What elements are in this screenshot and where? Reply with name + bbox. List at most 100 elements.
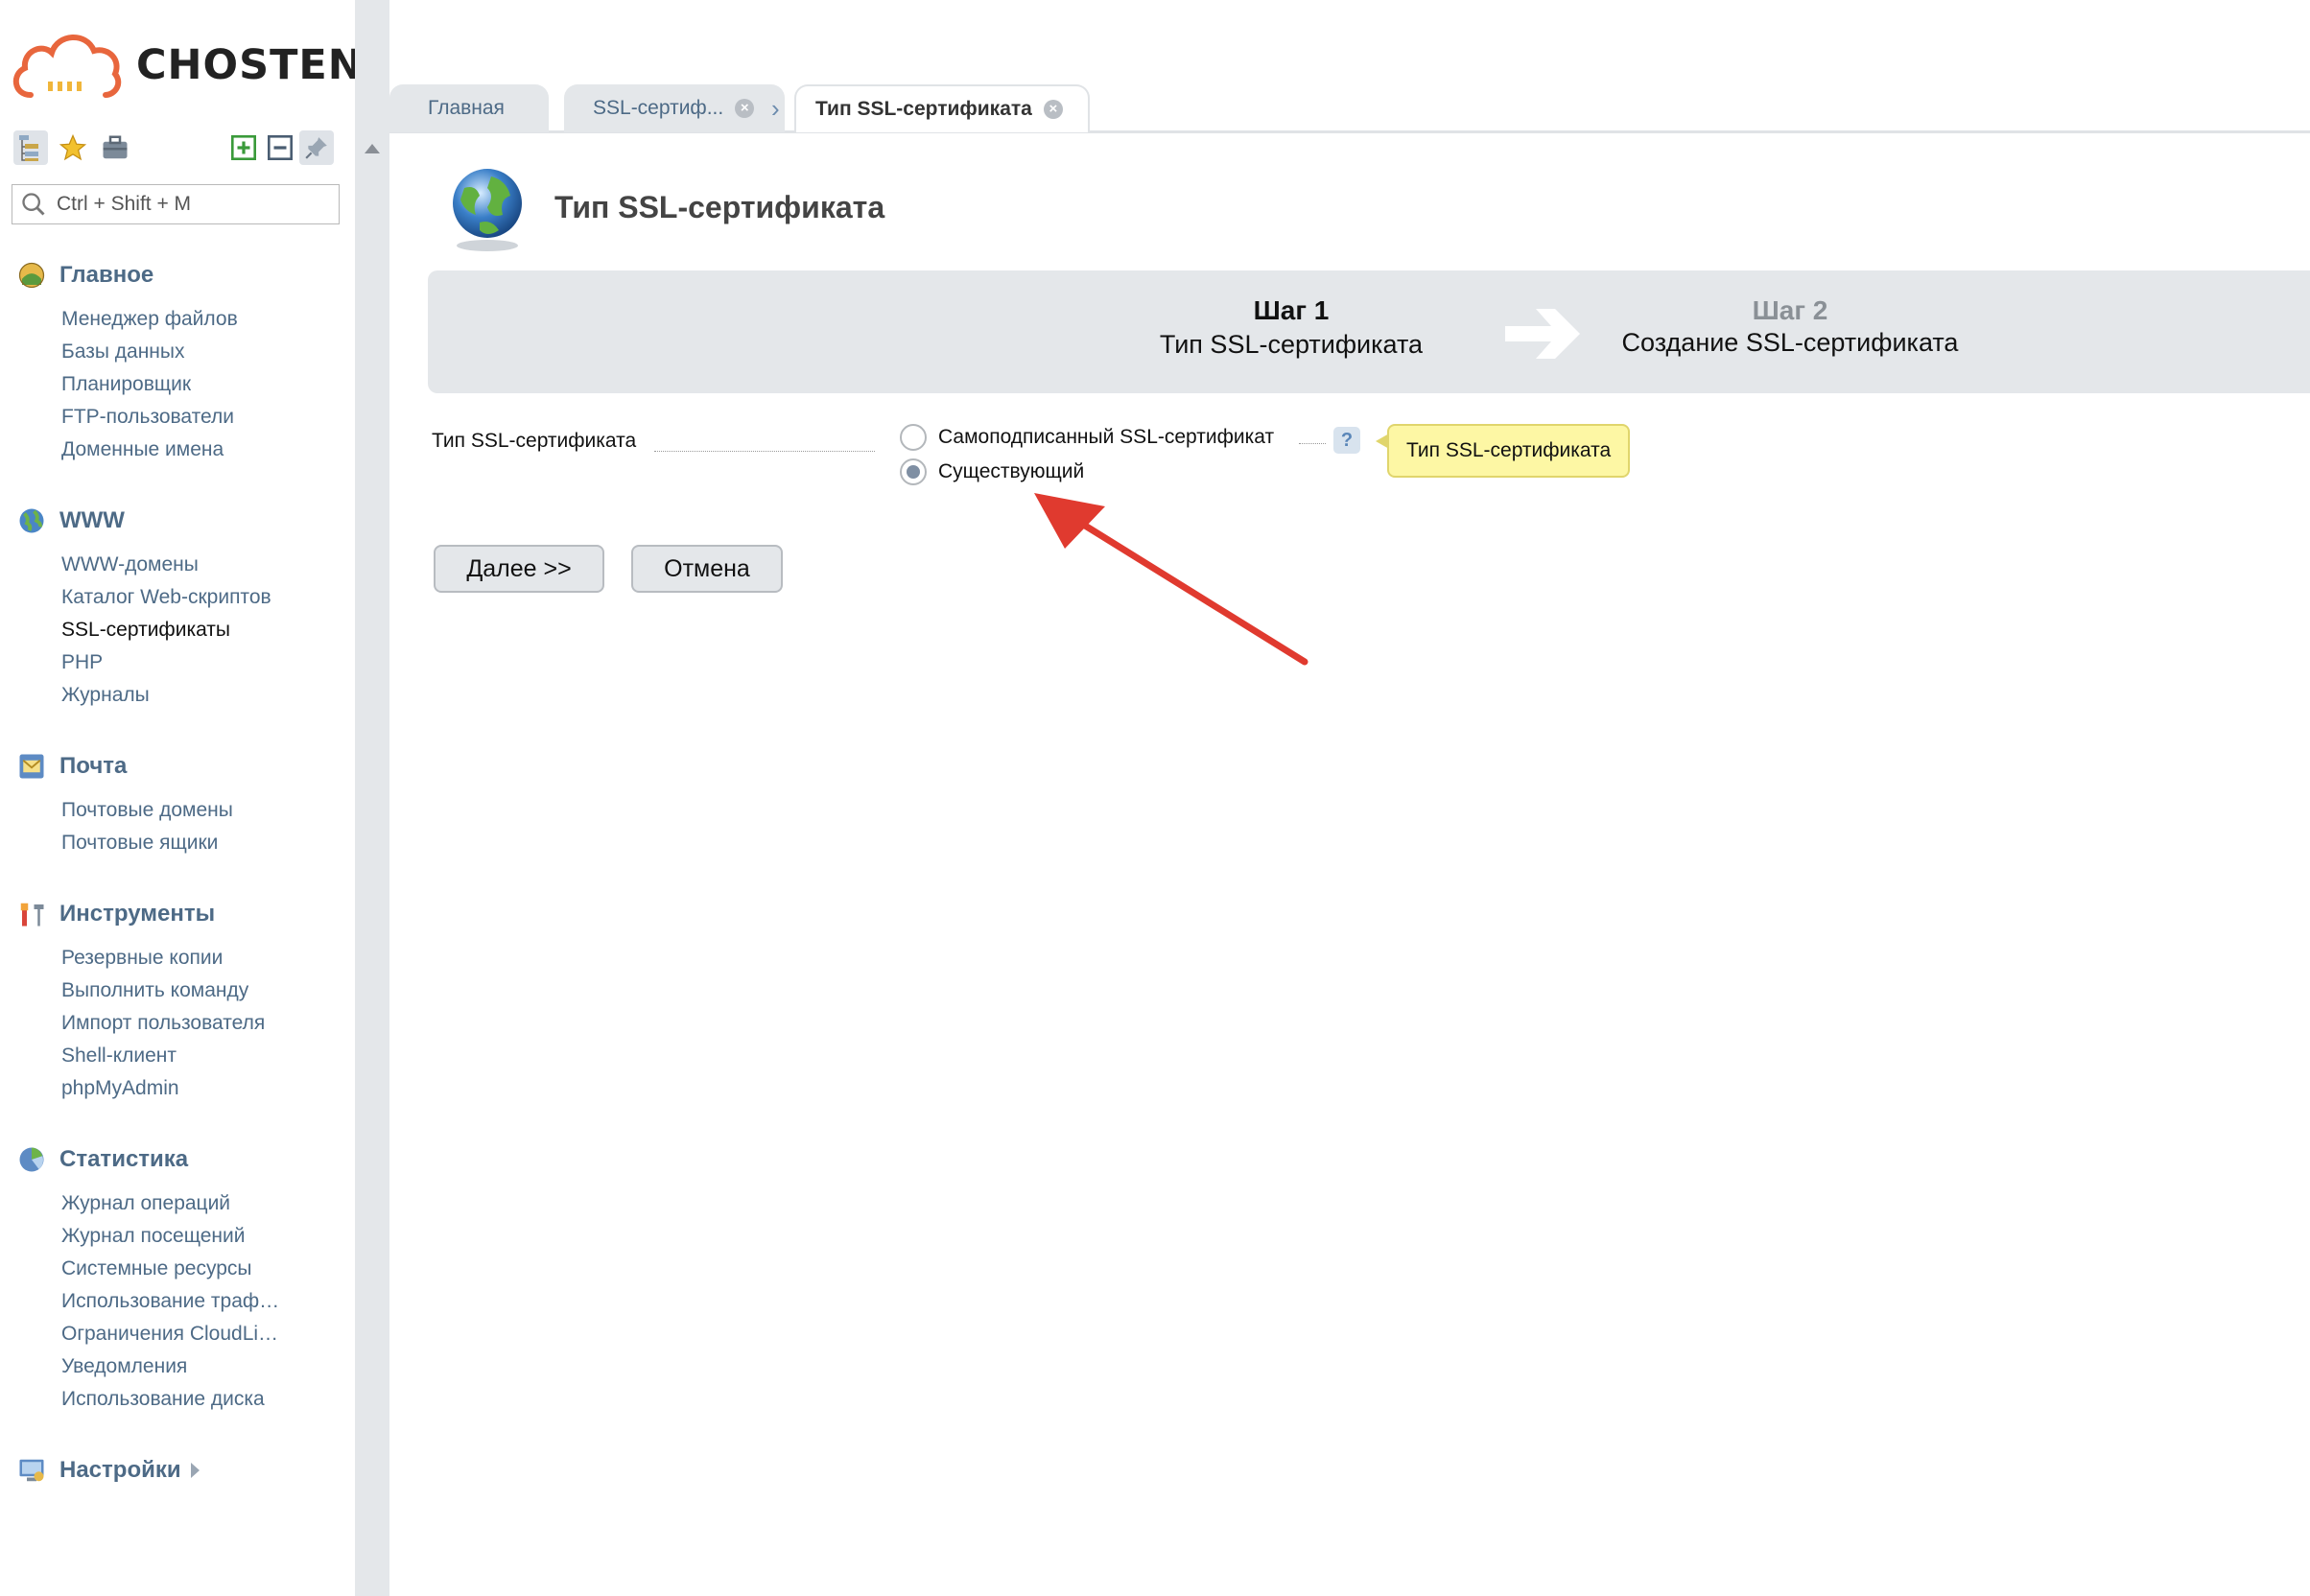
sidebar-item-shell-client[interactable]: Shell-клиент — [61, 1040, 265, 1072]
step-label: Создание SSL-сертификата — [1621, 328, 1959, 357]
tab-ssl-certificate-type[interactable]: Тип SSL-сертификата × — [794, 84, 1090, 132]
expand-all-button[interactable] — [226, 130, 261, 165]
sidebar-item-disk-usage[interactable]: Использование диска — [61, 1383, 279, 1416]
sidebar-item-databases[interactable]: Базы данных — [61, 336, 238, 368]
field-label: Тип SSL-сертификата — [432, 430, 637, 452]
tab-home[interactable]: Главная — [389, 84, 549, 132]
sidebar-item-mailboxes[interactable]: Почтовые ящики — [61, 827, 233, 859]
expand-icon — [231, 135, 256, 160]
sidebar: CHOSTEN Ctrl + Shift + M Главное Менедже… — [0, 0, 363, 1596]
tab-ssl-certificates[interactable]: SSL-сертиф... × — [564, 84, 785, 132]
chevron-right-icon — [190, 1463, 200, 1478]
menu-group-main: Главное Менеджер файлов Базы данных План… — [17, 259, 238, 466]
close-icon[interactable]: × — [735, 99, 755, 118]
menu-group-title[interactable]: WWW — [17, 505, 271, 537]
next-button[interactable]: Далее >> — [434, 545, 604, 593]
menu-group-title[interactable]: Настройки — [17, 1454, 200, 1487]
globe-icon — [17, 506, 46, 535]
search-input[interactable] — [55, 192, 327, 217]
sidebar-item-run-command[interactable]: Выполнить команду — [61, 974, 265, 1007]
sidebar-item-system-resources[interactable]: Системные ресурсы — [61, 1253, 279, 1285]
favorites-button[interactable] — [56, 130, 90, 165]
sidebar-item-logs[interactable]: Журналы — [61, 679, 271, 712]
tooltip-text: Тип SSL-сертификата — [1406, 439, 1612, 461]
menu-search[interactable] — [12, 184, 340, 224]
scroll-up-icon[interactable] — [365, 144, 380, 153]
wizard-steps: Шаг 1 Тип SSL-сертификата Шаг 2 Создание… — [428, 270, 2310, 393]
menu-group-mail: Почта Почтовые домены Почтовые ящики — [17, 750, 233, 859]
sidebar-item-phpmyadmin[interactable]: phpMyAdmin — [61, 1072, 265, 1105]
menu-group-tools: Инструменты Резервные копии Выполнить ко… — [17, 898, 265, 1105]
wizard-step-1: Шаг 1 Тип SSL-сертификата — [1138, 295, 1445, 360]
radio-button[interactable] — [900, 458, 927, 485]
menu-group-settings: Настройки — [17, 1454, 200, 1487]
logo[interactable]: CHOSTEN — [10, 25, 364, 106]
menu-group-www: WWW WWW-домены Каталог Web-скриптов SSL-… — [17, 505, 271, 712]
tooltip: Тип SSL-сертификата — [1375, 424, 1631, 478]
tools-icon — [17, 900, 46, 928]
star-icon — [59, 133, 87, 161]
help-icon[interactable]: ? — [1333, 427, 1360, 454]
chart-icon — [17, 1145, 46, 1174]
radio-selected-dot — [907, 465, 920, 479]
sidebar-item-visits-log[interactable]: Журнал посещений — [61, 1220, 279, 1253]
pin-button[interactable] — [299, 130, 334, 165]
arrow-right-icon — [1505, 309, 1580, 359]
menu-group-title[interactable]: Статистика — [17, 1143, 279, 1176]
sidebar-splitter[interactable] — [355, 0, 389, 1596]
radio-self-signed[interactable]: Самоподписанный SSL-сертификат — [900, 424, 1274, 451]
wizard-step-2: Шаг 2 Создание SSL-сертификата — [1598, 295, 1982, 358]
sidebar-item-ftp-users[interactable]: FTP-пользователи — [61, 401, 238, 434]
sidebar-item-www-domains[interactable]: WWW-домены — [61, 549, 271, 581]
briefcase-button[interactable] — [98, 130, 132, 165]
page-header: Тип SSL-сертификата — [441, 161, 884, 253]
sidebar-toolbar — [13, 130, 340, 169]
sidebar-item-notifications[interactable]: Уведомления — [61, 1350, 279, 1383]
collapse-all-button[interactable] — [263, 130, 297, 165]
close-icon[interactable]: × — [1043, 100, 1063, 119]
step-number: Шаг 1 — [1253, 295, 1330, 325]
sidebar-item-scheduler[interactable]: Планировщик — [61, 368, 238, 401]
radio-label[interactable]: Самоподписанный SSL-сертификат — [938, 426, 1274, 449]
globe-icon — [453, 169, 522, 251]
tab-label: SSL-сертиф... — [593, 97, 724, 119]
sidebar-item-php[interactable]: PHP — [61, 646, 271, 679]
page-title: Тип SSL-сертификата — [554, 189, 885, 224]
sidebar-item-file-manager[interactable]: Менеджер файлов — [61, 303, 238, 336]
annotation-arrow-icon — [1034, 493, 1308, 666]
tab-label: Тип SSL-сертификата — [815, 98, 1032, 120]
briefcase-icon — [103, 135, 128, 159]
label-leader — [654, 451, 875, 452]
collapse-icon — [268, 135, 293, 160]
sidebar-item-backups[interactable]: Резервные копии — [61, 942, 265, 974]
settings-icon — [17, 1456, 46, 1485]
tab-label: Главная — [428, 97, 505, 119]
menu-group-title[interactable]: Инструменты — [17, 898, 265, 930]
menu-group-title[interactable]: Главное — [17, 259, 238, 292]
sidebar-item-import-user[interactable]: Импорт пользователя — [61, 1007, 265, 1040]
sidebar-item-web-scripts[interactable]: Каталог Web-скриптов — [61, 581, 271, 614]
brand-name: CHOSTEN — [136, 41, 364, 89]
step-label: Тип SSL-сертификата — [1159, 330, 1424, 359]
menu-group-statistics: Статистика Журнал операций Журнал посеще… — [17, 1143, 279, 1416]
sidebar-item-mail-domains[interactable]: Почтовые домены — [61, 794, 233, 827]
radio-button[interactable] — [900, 424, 927, 451]
home-icon — [17, 261, 46, 290]
sidebar-item-domain-names[interactable]: Доменные имена — [61, 434, 238, 466]
search-icon — [22, 193, 45, 216]
cancel-button[interactable]: Отмена — [631, 545, 783, 593]
cloud-logo-icon — [13, 35, 122, 98]
chevron-right-icon: › — [771, 94, 780, 123]
sidebar-item-traffic-usage[interactable]: Использование траф… — [61, 1285, 279, 1318]
tree-view-button[interactable] — [13, 130, 48, 165]
tab-bar: Главная SSL-сертиф... × › Тип SSL-сертиф… — [389, 84, 2310, 133]
option-leader — [1299, 443, 1326, 444]
sidebar-item-cloudlinux-limits[interactable]: Ограничения CloudLi… — [61, 1318, 279, 1350]
mail-icon — [17, 752, 46, 781]
tree-icon — [19, 135, 38, 161]
sidebar-item-ssl-certificates[interactable]: SSL-сертификаты — [61, 614, 271, 646]
pin-icon — [305, 137, 327, 159]
sidebar-item-operations-log[interactable]: Журнал операций — [61, 1187, 279, 1220]
step-number: Шаг 2 — [1752, 295, 1828, 325]
menu-group-title[interactable]: Почта — [17, 750, 233, 783]
